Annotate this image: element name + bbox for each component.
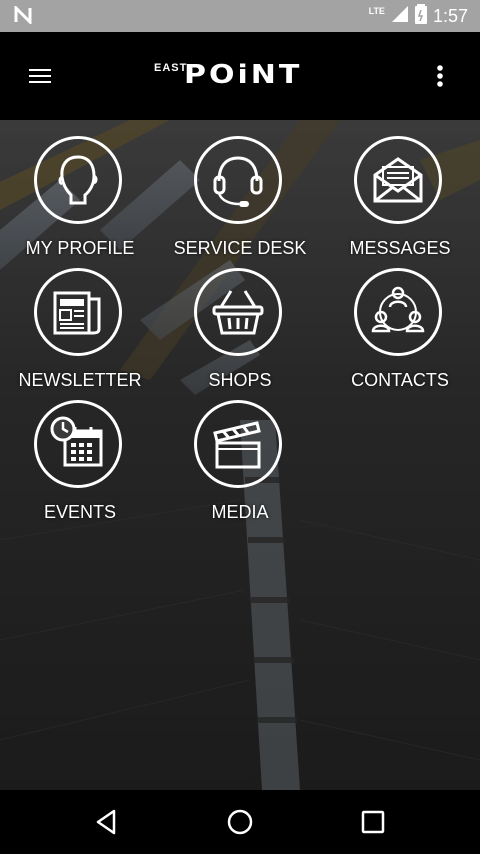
- main-grid: MY PROFILE SERVICE DESK MESSAGES NEWSLET…: [0, 120, 480, 790]
- newspaper-icon: [53, 291, 101, 335]
- envelope-icon: [373, 157, 423, 203]
- tile-my-profile[interactable]: MY PROFILE: [0, 120, 160, 258]
- calendar-clock-icon: [50, 416, 103, 467]
- tile-label: EVENTS: [43, 502, 117, 522]
- people-network-icon: [371, 286, 425, 333]
- shops-circle: [194, 268, 282, 356]
- service-desk-circle: [194, 136, 282, 224]
- logo-small-text: EAST: [154, 62, 188, 74]
- signal-icon: [391, 5, 409, 28]
- home-icon[interactable]: [224, 806, 256, 838]
- contacts-circle: [354, 268, 442, 356]
- tile-messages[interactable]: MESSAGES: [320, 120, 480, 258]
- status-bar: LTE 1:57: [0, 0, 480, 32]
- back-icon[interactable]: [90, 806, 122, 838]
- headset-icon: [213, 156, 263, 207]
- system-nav-bar: [0, 790, 480, 854]
- clock: 1:57: [432, 6, 468, 26]
- overflow-menu-icon[interactable]: [424, 60, 456, 92]
- messages-circle: [354, 136, 442, 224]
- hamburger-menu-icon[interactable]: [24, 60, 56, 92]
- battery-icon: [414, 4, 427, 29]
- tile-service-desk[interactable]: SERVICE DESK: [160, 120, 320, 258]
- newsletter-circle: [34, 268, 122, 356]
- media-circle: [194, 400, 282, 488]
- status-icons: LTE 1:57: [369, 4, 468, 29]
- tile-contacts[interactable]: CONTACTS: [320, 252, 480, 390]
- clapperboard-icon: [213, 421, 261, 469]
- tile-newsletter[interactable]: NEWSLETTER: [0, 252, 160, 390]
- notification-n-icon: [14, 4, 32, 29]
- recents-icon[interactable]: [357, 806, 389, 838]
- network-type: LTE: [368, 5, 385, 16]
- app-bar: EAST POiNT: [0, 32, 480, 120]
- tile-events[interactable]: EVENTS: [0, 384, 160, 522]
- events-circle: [34, 400, 122, 488]
- profile-circle: [34, 136, 122, 224]
- tile-shops[interactable]: SHOPS: [160, 252, 320, 390]
- tile-label: CONTACTS: [351, 370, 449, 390]
- profile-head-icon: [58, 155, 98, 205]
- app-logo: EAST POiNT: [150, 60, 330, 94]
- tile-label: MEDIA: [211, 502, 269, 522]
- basket-icon: [212, 290, 264, 335]
- logo-big-text: POiNT: [184, 60, 303, 90]
- tile-media[interactable]: MEDIA: [160, 384, 320, 522]
